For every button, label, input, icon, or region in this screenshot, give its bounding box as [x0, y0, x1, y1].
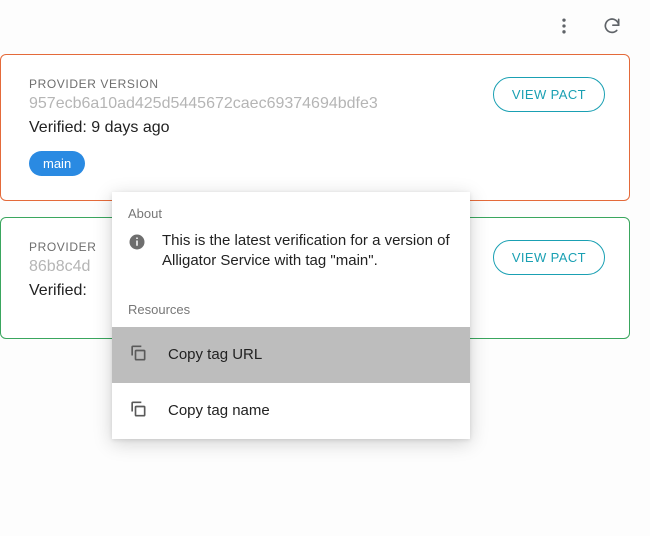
view-pact-button[interactable]: VIEW PACT [493, 77, 605, 112]
provider-version-label: PROVIDER VERSION [29, 77, 493, 91]
menu-item-label: Copy tag URL [168, 346, 262, 363]
menu-item-label: Copy tag name [168, 402, 270, 419]
copy-icon [128, 399, 148, 423]
about-header: About [112, 192, 470, 231]
refresh-icon[interactable] [602, 16, 622, 36]
tag-popover: About This is the latest verification fo… [112, 192, 470, 439]
view-pact-button[interactable]: VIEW PACT [493, 240, 605, 275]
resources-header: Resources [112, 288, 470, 327]
info-icon [128, 233, 146, 256]
provider-version-hash: 957ecb6a10ad425d5445672caec69374694bdfe3 [29, 95, 493, 113]
copy-tag-name[interactable]: Copy tag name [112, 383, 470, 439]
copy-tag-url[interactable]: Copy tag URL [112, 327, 470, 383]
verified-line: Verified: 9 days ago [29, 119, 493, 137]
more-vert-icon[interactable] [554, 16, 574, 36]
copy-icon [128, 343, 148, 367]
verification-card: PROVIDER VERSION 957ecb6a10ad425d5445672… [0, 54, 630, 201]
about-text: This is the latest verification for a ve… [162, 231, 454, 272]
tag-chip-main[interactable]: main [29, 151, 85, 176]
